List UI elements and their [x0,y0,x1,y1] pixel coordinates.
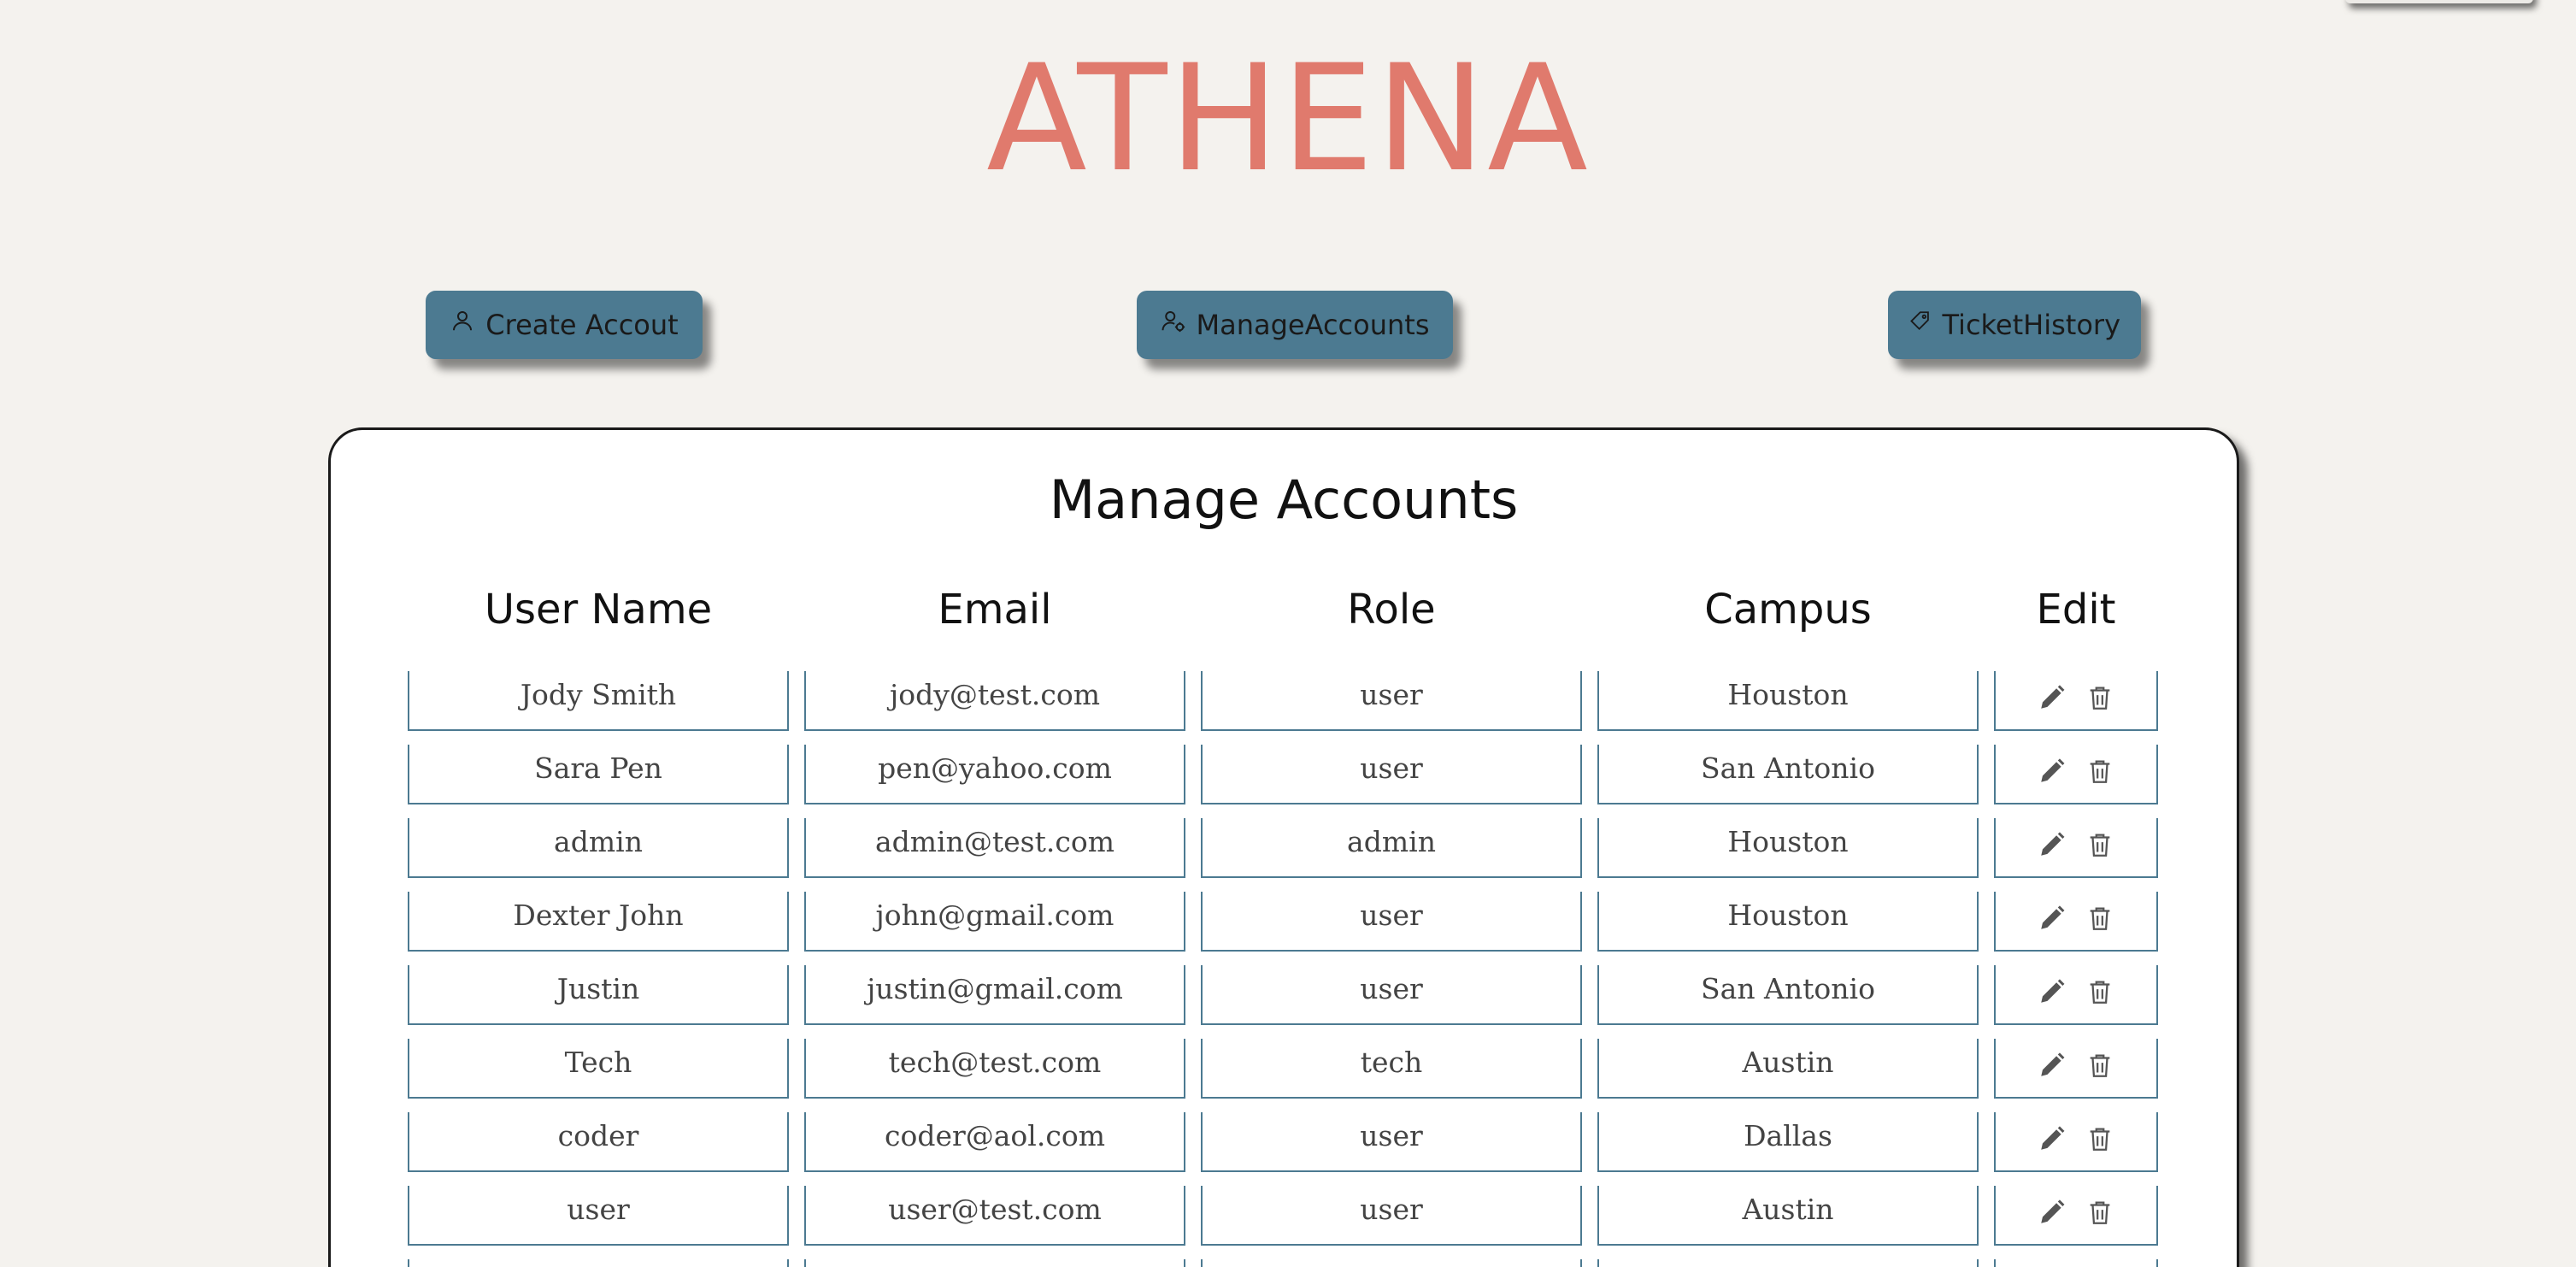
manage-accounts-button[interactable]: ManageAccounts [1137,291,1453,359]
cell-email: tech@test.com [804,1039,1185,1099]
ticket-history-label: TicketHistory [1942,309,2120,341]
cell-edit [1994,818,2158,878]
pencil-icon[interactable] [2038,904,2067,933]
page: ATHENA Create Accout ManageAccounts Tick… [0,0,2576,1267]
cell-user-name: Sara Pen [408,745,789,804]
create-account-label: Create Accout [485,309,679,341]
cell-campus: San Antonio [1597,745,1979,804]
brand-title: ATHENA [986,32,1590,204]
cell-edit [1994,745,2158,804]
trash-icon[interactable] [2085,683,2114,712]
cell-edit [1994,892,2158,952]
cell-campus: Houston [1597,892,1979,952]
cell-edit [1994,671,2158,731]
pencil-icon[interactable] [2038,683,2067,712]
cell-email: john@gmail.com [804,892,1185,952]
cell-user-name [408,1259,789,1267]
cell-user-name: user [408,1186,789,1246]
pencil-icon[interactable] [2038,977,2067,1006]
pencil-icon[interactable] [2038,1051,2067,1080]
cell-email: justin@gmail.com [804,965,1185,1025]
cell-email: coder@aol.com [804,1112,1185,1172]
cell-edit [1994,1186,2158,1246]
cell-email [804,1259,1185,1267]
create-account-button[interactable]: Create Accout [426,291,703,359]
cell-user-name: Justin [408,965,789,1025]
tag-icon [1910,311,1929,331]
cell-role: user [1201,1186,1582,1246]
cell-role: user [1201,1112,1582,1172]
cell-email: user@test.com [804,1186,1185,1246]
cell-campus: Dallas [1597,1112,1979,1172]
user-icon [453,311,473,331]
cell-campus: Austin [1597,1186,1979,1246]
cell-campus: Houston [1597,671,1979,731]
cell-campus: Houston [1597,818,1979,878]
trash-icon[interactable] [2085,830,2114,859]
cell-user-name: coder [408,1112,789,1172]
corner-tab[interactable] [2345,0,2533,3]
cell-campus: San Antonio [1597,965,1979,1025]
trash-icon[interactable] [2085,1124,2114,1153]
column-header-user-name: User Name [484,586,713,634]
cell-email: admin@test.com [804,818,1185,878]
cell-campus: Austin [1597,1039,1979,1099]
trash-icon[interactable] [2085,1198,2114,1227]
trash-icon[interactable] [2085,1051,2114,1080]
trash-icon[interactable] [2085,977,2114,1006]
cell-edit [1994,965,2158,1025]
trash-icon[interactable] [2085,904,2114,933]
cell-role [1201,1259,1582,1267]
column-header-campus: Campus [1704,586,1872,634]
cell-edit [1994,1112,2158,1172]
user-gear-icon [1162,311,1185,333]
pencil-icon[interactable] [2038,1198,2067,1227]
manage-accounts-card: Manage Accounts User Name Email Role Cam… [328,427,2239,1267]
cell-user-name: Dexter John [408,892,789,952]
column-header-email: Email [938,586,1052,634]
cell-email: pen@yahoo.com [804,745,1185,804]
cell-edit [1994,1039,2158,1099]
column-header-role: Role [1347,586,1436,634]
pencil-icon[interactable] [2038,757,2067,786]
cell-role: user [1201,892,1582,952]
cell-role: user [1201,671,1582,731]
cell-role: user [1201,745,1582,804]
column-header-edit: Edit [2036,586,2116,634]
cell-user-name: admin [408,818,789,878]
cell-campus [1597,1259,1979,1267]
pencil-icon[interactable] [2038,1124,2067,1153]
pencil-icon[interactable] [2038,830,2067,859]
ticket-history-button[interactable]: TicketHistory [1888,291,2141,359]
card-title: Manage Accounts [1049,468,1519,531]
cell-email: jody@test.com [804,671,1185,731]
trash-icon[interactable] [2085,757,2114,786]
cell-edit [1994,1259,2158,1267]
cell-user-name: Jody Smith [408,671,789,731]
cell-user-name: Tech [408,1039,789,1099]
cell-role: tech [1201,1039,1582,1099]
cell-role: admin [1201,818,1582,878]
cell-role: user [1201,965,1582,1025]
manage-accounts-label: ManageAccounts [1196,309,1430,341]
